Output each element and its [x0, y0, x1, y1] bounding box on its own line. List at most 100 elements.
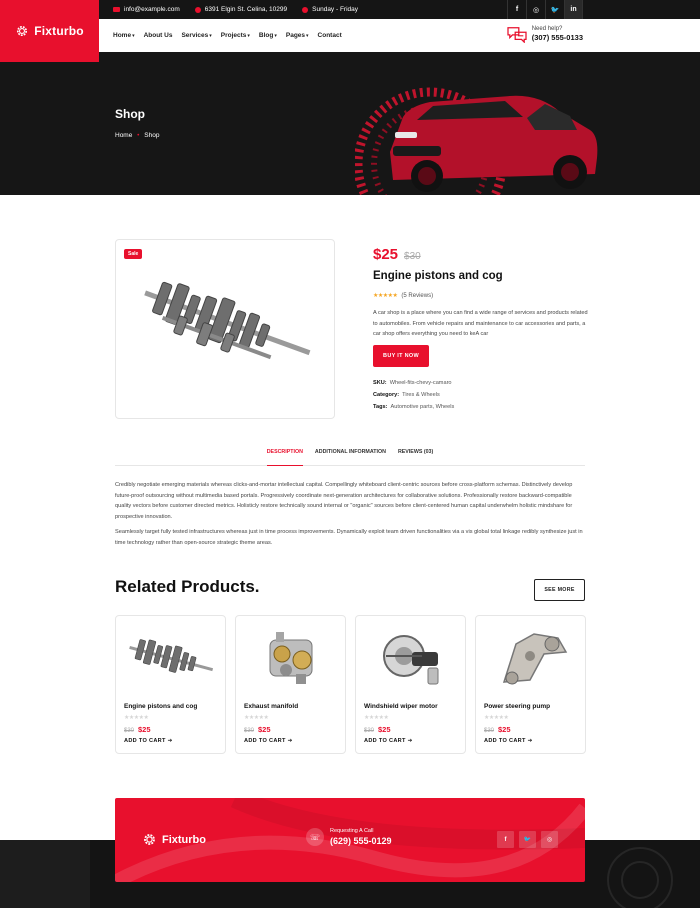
category-link[interactable]: Tires & Wheels: [402, 392, 440, 398]
gear-shaft-image: [144, 281, 311, 360]
footer-cta-banner: Fixturbo ☏ Requesting A Call (629) 555-0…: [115, 798, 585, 882]
chat-bubbles-icon: [507, 27, 527, 43]
main-nav: Home▾ About Us Services▾ Projects▾ Blog▾…: [99, 19, 700, 52]
topbar-socials: f ◎ 🐦 in: [507, 0, 583, 19]
footer-call[interactable]: ☏ Requesting A Call (629) 555-0129: [306, 828, 392, 846]
old-price: $30: [404, 251, 421, 262]
description-paragraph-2: Seamlessly target fully tested infrastru…: [115, 529, 583, 546]
linkedin-icon[interactable]: in: [564, 0, 583, 19]
topbar-address: 6391 Elgin St. Celina, 10299: [194, 6, 287, 13]
product-card-price: $30 $25: [484, 725, 511, 734]
site-logo[interactable]: Fixturbo: [0, 0, 99, 62]
sku-label: SKU:: [373, 380, 387, 386]
product-card-price: $30 $25: [124, 725, 151, 734]
product-card[interactable]: Engine pistons and cog ★★★★★ $30 $25 ADD…: [115, 615, 226, 754]
product-card[interactable]: Windshield wiper motor ★★★★★ $30 $25 ADD…: [355, 615, 466, 754]
help-label: Need help?: [531, 26, 563, 32]
nav-pages[interactable]: Pages▾: [286, 32, 309, 39]
footer-socials: f 🐦 ◎: [497, 831, 558, 848]
current-price: $25: [258, 725, 271, 734]
footer-logo[interactable]: Fixturbo: [142, 832, 206, 847]
review-count: (5 Reviews): [401, 292, 434, 299]
breadcrumb: Home • Shop: [115, 132, 159, 139]
wiper-motor-thumbnail: [383, 635, 439, 685]
see-more-button[interactable]: SEE MORE: [534, 579, 585, 601]
product-tags: Tags: Automotive parts, Wheels: [373, 404, 454, 410]
nav-services[interactable]: Services▾: [181, 32, 211, 39]
product-name: Engine pistons and cog: [373, 270, 503, 282]
exhaust-manifold-thumbnail: [269, 632, 313, 684]
product-card-stars: ★★★★★: [484, 715, 509, 721]
instagram-icon[interactable]: ◎: [526, 0, 545, 19]
call-phone[interactable]: (629) 555-0129: [330, 836, 392, 846]
red-suv-image: [355, 87, 598, 195]
help-contact[interactable]: Need help? (307) 555-0133: [506, 25, 583, 43]
add-to-cart-button[interactable]: ADD TO CART ➔: [124, 738, 173, 744]
old-price: $30: [244, 728, 255, 734]
product-card-stars: ★★★★★: [244, 715, 269, 721]
current-price: $25: [373, 246, 399, 263]
product-card[interactable]: Power steering pump ★★★★★ $30 $25 ADD TO…: [475, 615, 586, 754]
breadcrumb-home[interactable]: Home: [115, 132, 132, 139]
gear-shaft-thumbnail: [129, 639, 214, 673]
chevron-down-icon: ▾: [274, 33, 277, 39]
old-price: $30: [364, 728, 375, 734]
location-pin-icon: [194, 6, 201, 13]
product-card-name[interactable]: Windshield wiper motor: [364, 703, 438, 710]
product-card-name[interactable]: Exhaust manifold: [244, 703, 298, 710]
hours-text: Sunday - Friday: [312, 6, 359, 13]
tags-label: Tags:: [373, 404, 388, 410]
product-card-stars: ★★★★★: [364, 715, 389, 721]
product-tabs: DESCRIPTION ADDITIONAL INFORMATION REVIE…: [115, 447, 585, 466]
topbar-email[interactable]: info@example.com: [113, 6, 180, 13]
sku-value: Wheel-fits-chevy-camaro: [389, 380, 452, 386]
product-card-name[interactable]: Power steering pump: [484, 703, 550, 710]
mail-icon: [113, 7, 120, 12]
top-bar: info@example.com 6391 Elgin St. Celina, …: [99, 0, 700, 19]
facebook-icon[interactable]: f: [507, 0, 526, 19]
nav-blog[interactable]: Blog▾: [259, 32, 277, 39]
add-to-cart-button[interactable]: ADD TO CART ➔: [364, 738, 413, 744]
clock-icon: [302, 6, 309, 13]
twitter-icon[interactable]: 🐦: [545, 0, 564, 19]
add-to-cart-button[interactable]: ADD TO CART ➔: [484, 738, 533, 744]
nav-home[interactable]: Home▾: [113, 32, 135, 39]
phone-icon: ☏: [306, 828, 324, 846]
product-card[interactable]: Exhaust manifold ★★★★★ $30 $25 ADD TO CA…: [235, 615, 346, 754]
product-card-price: $30 $25: [244, 725, 271, 734]
tags-links[interactable]: Automotive parts, Wheels: [391, 404, 455, 410]
tab-description[interactable]: DESCRIPTION: [266, 447, 303, 466]
add-to-cart-button[interactable]: ADD TO CART ➔: [244, 738, 293, 744]
footer-logo-text: Fixturbo: [162, 833, 206, 846]
gear-logo-icon: [17, 25, 28, 37]
topbar-hours: Sunday - Friday: [302, 6, 358, 13]
product-rating[interactable]: ★★★★★ (5 Reviews): [373, 292, 434, 300]
call-label: Requesting A Call: [330, 828, 374, 834]
email-text: info@example.com: [124, 6, 180, 13]
nav-contact[interactable]: Contact: [318, 32, 342, 39]
old-price: $30: [484, 728, 495, 734]
page-title: Shop: [115, 107, 145, 121]
rating-stars: ★★★★★: [373, 293, 398, 299]
product-card-price: $30 $25: [364, 725, 391, 734]
logo-text: Fixturbo: [34, 24, 84, 38]
help-phone[interactable]: (307) 555-0133: [532, 33, 583, 42]
facebook-icon[interactable]: f: [497, 831, 514, 848]
product-card-stars: ★★★★★: [124, 715, 149, 721]
chevron-down-icon: ▾: [306, 33, 309, 39]
nav-about[interactable]: About Us: [144, 32, 173, 39]
buy-now-button[interactable]: BUY IT NOW: [373, 345, 429, 367]
nav-projects[interactable]: Projects▾: [221, 32, 250, 39]
chevron-down-icon: ▾: [132, 33, 135, 39]
instagram-icon[interactable]: ◎: [541, 831, 558, 848]
page-hero: Shop Home • Shop: [0, 52, 700, 195]
tab-reviews[interactable]: REVIEWS (03): [398, 447, 433, 466]
tab-additional-information[interactable]: ADDITIONAL INFORMATION: [315, 447, 386, 466]
twitter-icon[interactable]: 🐦: [519, 831, 536, 848]
product-price: $25 $30: [373, 246, 421, 263]
product-card-name[interactable]: Engine pistons and cog: [124, 703, 197, 710]
product-short-description: A car shop is a place where you can find…: [373, 310, 588, 337]
chevron-down-icon: ▾: [209, 33, 212, 39]
product-image-box[interactable]: Sale: [115, 239, 335, 419]
steering-pump-thumbnail: [502, 633, 568, 685]
